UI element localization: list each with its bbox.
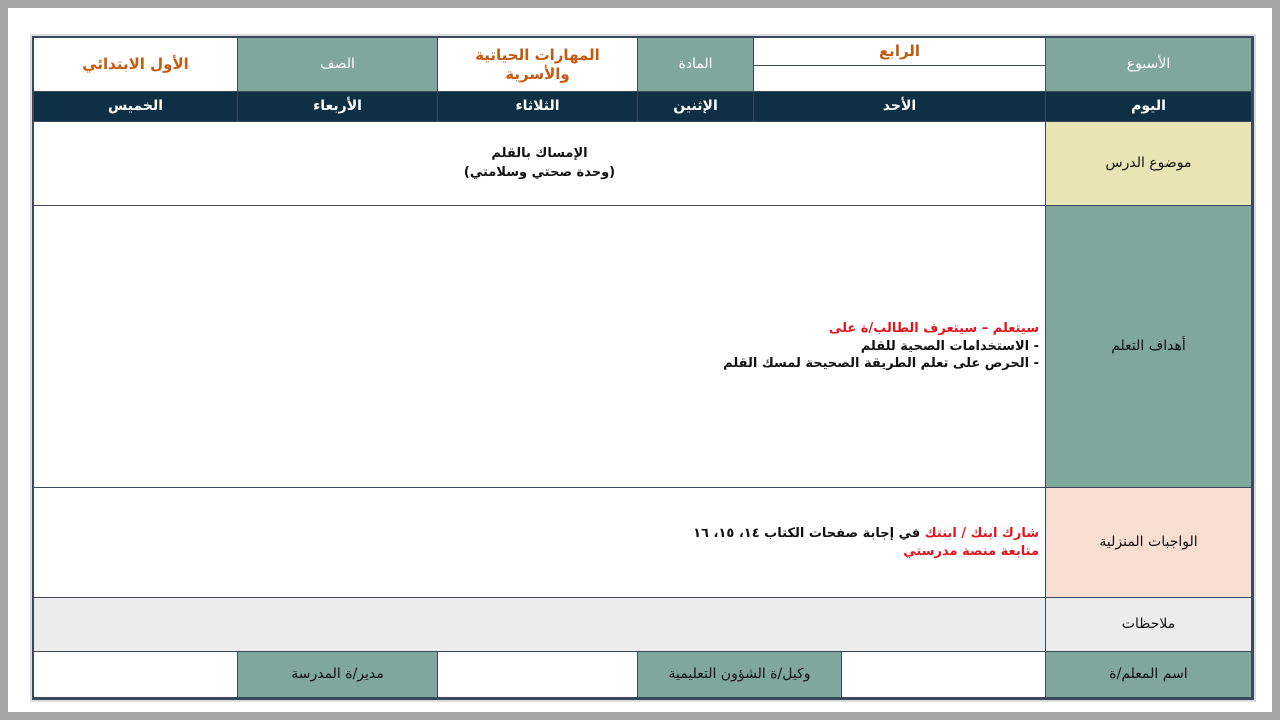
grade-value-cell: الأول الابتدائي xyxy=(34,38,238,92)
deputy-label-cell: وكيل/ة الشؤون التعليمية xyxy=(638,652,842,698)
objectives-intro: سيتعلم – سيتعرف الطالب/ة على xyxy=(828,321,1039,337)
day-label: اليوم xyxy=(1131,97,1166,114)
day-thursday: الخميس xyxy=(34,92,238,122)
lesson-plan-sheet: الأسبوع الرابع المادة المهارات الحياتية … xyxy=(32,36,1254,700)
day-tuesday-label: الثلاثاء xyxy=(515,97,560,114)
lesson-title: الإمساك بالقلم xyxy=(491,145,588,161)
day-sunday: الأحد xyxy=(754,92,1046,122)
teacher-label-cell: اسم المعلم/ة xyxy=(1046,652,1252,698)
homework-pages: في إجابة صفحات الكتاب ١٤، ١٥، ١٦ xyxy=(693,525,921,541)
objective-item-1: - الاستخدامات الصحية للقلم xyxy=(860,338,1039,354)
teacher-label: اسم المعلم/ة xyxy=(1109,665,1188,682)
week-label-cell: الأسبوع xyxy=(1046,38,1252,92)
lesson-label-cell: موضوع الدرس xyxy=(1046,122,1252,206)
principal-name-cell xyxy=(34,652,238,698)
principal-label: مدير/ة المدرسة xyxy=(291,665,384,682)
notes-label-cell: ملاحظات xyxy=(1046,598,1252,652)
objectives-list: سيتعلم – سيتعرف الطالب/ة على - الاستخدام… xyxy=(723,320,1039,373)
lesson-unit: (وحدة صحتي وسلامتي) xyxy=(463,164,616,180)
subject-label-cell: المادة xyxy=(638,38,754,92)
notes-label: ملاحظات xyxy=(1121,615,1176,632)
objective-item-2: - الحرص على تعلم الطريقة الصحيحة لمسك ال… xyxy=(723,356,1039,372)
lesson-label: موضوع الدرس xyxy=(1105,154,1192,171)
homework-content-cell: شارك ابنك / ابنتك في إجابة صفحات الكتاب … xyxy=(34,488,1046,598)
homework-text: شارك ابنك / ابنتك في إجابة صفحات الكتاب … xyxy=(693,525,1039,560)
deputy-label: وكيل/ة الشؤون التعليمية xyxy=(668,665,811,682)
day-wednesday-label: الأربعاء xyxy=(313,97,362,114)
subject-value-cell: المهارات الحياتية والأسرية xyxy=(438,38,638,92)
objectives-content-cell: سيتعلم – سيتعرف الطالب/ة على - الاستخدام… xyxy=(34,206,1046,488)
week-label: الأسبوع xyxy=(1126,55,1171,72)
homework-label: الواجبات المنزلية xyxy=(1099,533,1198,550)
week-value: الرابع xyxy=(878,42,921,61)
objectives-label: أهداف التعلم xyxy=(1111,337,1186,354)
day-monday-label: الإثنين xyxy=(673,97,718,114)
subject-label: المادة xyxy=(678,55,713,72)
grade-label: الصف xyxy=(320,55,355,72)
homework-line-1: شارك ابنك / ابنتك في إجابة صفحات الكتاب … xyxy=(693,525,1039,543)
day-tuesday: الثلاثاء xyxy=(438,92,638,122)
subject-value: المهارات الحياتية والأسرية xyxy=(475,45,600,83)
objectives-label-cell: أهداف التعلم xyxy=(1046,206,1252,488)
homework-lead: شارك ابنك / ابنتك xyxy=(924,525,1039,541)
grade-value: الأول الابتدائي xyxy=(82,55,189,74)
week-extra-cell xyxy=(754,66,1046,92)
grade-label-cell: الصف xyxy=(238,38,438,92)
day-monday: الإثنين xyxy=(638,92,754,122)
principal-label-cell: مدير/ة المدرسة xyxy=(238,652,438,698)
lesson-content-cell: الإمساك بالقلم (وحدة صحتي وسلامتي) xyxy=(34,122,1046,206)
day-thursday-label: الخميس xyxy=(107,97,164,114)
teacher-name-cell xyxy=(842,652,1046,698)
day-sunday-label: الأحد xyxy=(882,97,917,114)
week-value-cell: الرابع xyxy=(754,38,1046,66)
day-wednesday: الأربعاء xyxy=(238,92,438,122)
day-label-cell: اليوم xyxy=(1046,92,1252,122)
deputy-name-cell xyxy=(438,652,638,698)
lesson-topic: الإمساك بالقلم (وحدة صحتي وسلامتي) xyxy=(464,145,615,183)
homework-line-2: متابعة منصة مدرستي xyxy=(903,543,1039,559)
homework-label-cell: الواجبات المنزلية xyxy=(1046,488,1252,598)
notes-content-cell xyxy=(34,598,1046,652)
page-frame: الأسبوع الرابع المادة المهارات الحياتية … xyxy=(8,8,1272,712)
